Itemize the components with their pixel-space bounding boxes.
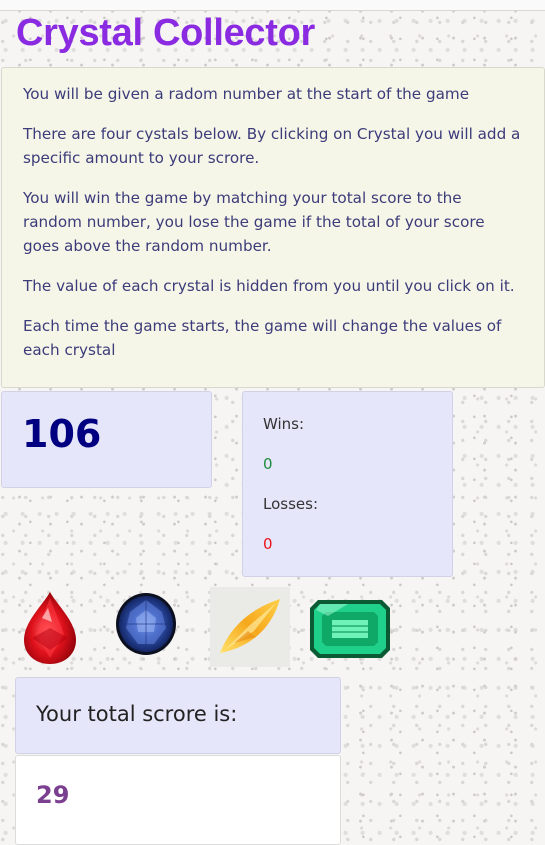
crystal-yellow-button[interactable] bbox=[210, 587, 290, 667]
instruction-3: You will win the game by matching your t… bbox=[23, 189, 485, 255]
instruction-5: Each time the game starts, the game will… bbox=[23, 317, 502, 359]
instruction-1: You will be given a radom number at the … bbox=[23, 85, 470, 103]
crystal-blue-button[interactable] bbox=[112, 588, 182, 660]
score-header-card: Your total scrore is: bbox=[15, 677, 341, 754]
page-title: Crystal Collector bbox=[16, 12, 315, 54]
score-value-card: 29 bbox=[15, 755, 341, 845]
instructions-panel: You will be given a radom number at the … bbox=[1, 67, 545, 388]
crystal-red-button[interactable] bbox=[12, 588, 94, 668]
instruction-2: There are four cystals below. By clickin… bbox=[23, 125, 521, 167]
wins-label: Wins: bbox=[263, 415, 305, 433]
wins-count: 0 bbox=[263, 455, 273, 473]
losses-count: 0 bbox=[263, 535, 273, 553]
score-label: Your total scrore is: bbox=[36, 702, 238, 726]
yellow-marquise-crystal-icon bbox=[220, 599, 280, 653]
crystal-green-button[interactable] bbox=[308, 598, 392, 662]
green-emerald-crystal-icon bbox=[310, 600, 390, 658]
target-number-card: 106 bbox=[1, 391, 212, 488]
browser-top-bar bbox=[0, 0, 545, 11]
target-number: 106 bbox=[22, 412, 102, 456]
stats-card: Wins: 0 Losses: 0 bbox=[242, 391, 453, 577]
score-value: 29 bbox=[36, 781, 70, 809]
instruction-4: The value of each crystal is hidden from… bbox=[23, 277, 515, 295]
losses-label: Losses: bbox=[263, 495, 318, 513]
red-pear-crystal-icon bbox=[24, 592, 76, 664]
blue-round-crystal-icon bbox=[116, 593, 176, 655]
